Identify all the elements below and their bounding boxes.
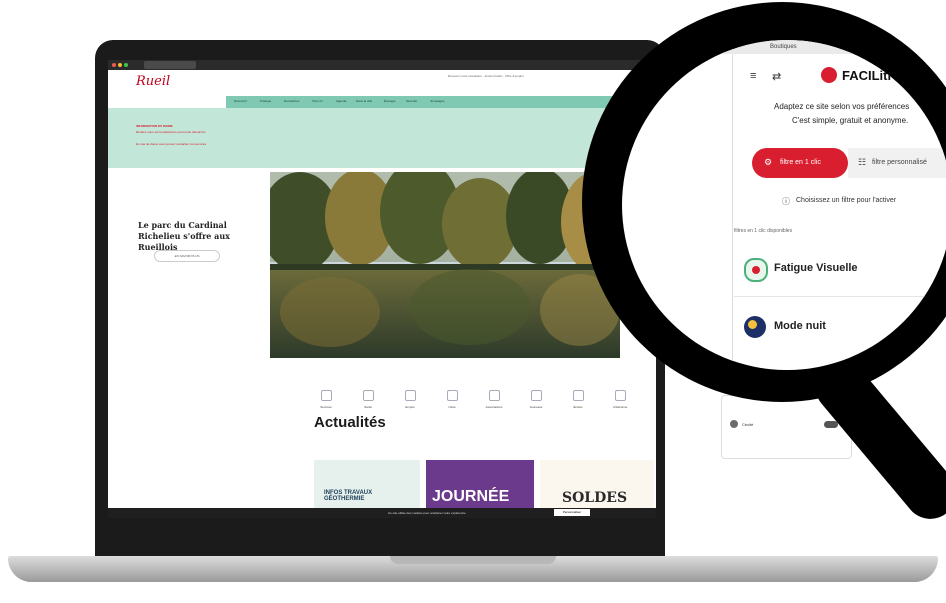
map-icon <box>446 390 458 401</box>
nav-item[interactable]: Démarches <box>284 99 299 103</box>
quick-link[interactable]: Services <box>308 390 344 409</box>
nav-item[interactable]: Pratique <box>260 99 271 103</box>
info-icon: ⓘ <box>782 197 790 206</box>
slide-caption: Le parc du Cardinal Richelieu s'offre au… <box>138 220 230 252</box>
alert-line-2[interactable]: En cas de doute vous pouvez contacter no… <box>136 142 206 146</box>
urban-icon <box>614 390 626 401</box>
filter-label: Mode nuit <box>774 320 826 332</box>
filter-icon: ⚙ <box>764 157 773 167</box>
job-icon <box>404 390 416 401</box>
slide-more-button[interactable]: EN SAVOIR PLUS <box>154 250 220 262</box>
news-card[interactable]: SOLDES <box>540 460 654 510</box>
eye-icon <box>744 258 768 282</box>
moon-icon <box>744 316 766 338</box>
filter-row[interactable]: Mode nuit <box>734 302 946 354</box>
quick-link[interactable]: Écoles <box>560 390 596 409</box>
news-cards: INFOS TRAVAUX GÉOTHERMIE JOURNÉE SOLDES <box>314 460 654 510</box>
quick-link[interactable]: Santé <box>350 390 386 409</box>
alert-band: INFORMATION DU MAIRE Rendez-vous sur la … <box>108 108 656 168</box>
nav-item[interactable]: Sécurité <box>406 99 417 103</box>
cookie-customize-button[interactable]: Personnaliser <box>554 509 590 516</box>
laptop-screen: Rueil Recevoir notre newsletter · Accès … <box>108 60 656 518</box>
blind-icon <box>730 420 738 428</box>
alert-line-1[interactable]: Rendez-vous sur la plateforme pour toute… <box>136 130 205 134</box>
utility-bar[interactable]: Recevoir notre newsletter · Accès handic… <box>448 74 524 78</box>
quick-link[interactable]: Urbanisme <box>602 390 638 409</box>
quick-link[interactable]: Carte <box>434 390 470 409</box>
laptop-notch <box>390 556 556 564</box>
toggle-switch[interactable] <box>940 262 946 277</box>
section-label: filtres en 1 clic disponibles <box>734 228 793 234</box>
news-heading: Actualités <box>314 414 386 431</box>
browser-tab[interactable] <box>144 61 196 69</box>
main-nav: Découvrir Pratique Démarches Vivre ici A… <box>226 96 656 108</box>
site-logo[interactable]: Rueil <box>136 74 176 94</box>
toggle-switch[interactable] <box>824 421 838 428</box>
nav-item[interactable]: Écologie <box>384 99 396 103</box>
nav-item[interactable]: Dans la ville <box>356 99 372 103</box>
browser-bar <box>108 60 656 70</box>
association-icon <box>488 390 500 401</box>
quick-link[interactable]: Jeunesse <box>518 390 554 409</box>
maximize-dot[interactable] <box>124 63 128 67</box>
nav-item[interactable]: Vivre ici <box>312 99 322 103</box>
news-card[interactable]: JOURNÉE <box>426 460 534 510</box>
close-dot[interactable] <box>112 63 116 67</box>
nav-item[interactable]: Découvrir <box>234 99 247 103</box>
intro-line-1: Adaptez ce site selon vos préférences <box>774 102 910 111</box>
hero-photo <box>270 172 620 358</box>
filter-label: Fatigue Visuelle <box>774 262 858 274</box>
hint-text: Choisissez un filtre pour l'activer <box>796 197 897 204</box>
panel-border <box>732 54 733 370</box>
news-card[interactable]: INFOS TRAVAUX GÉOTHERMIE <box>314 460 420 510</box>
menu-icon[interactable]: ≡ <box>750 70 756 82</box>
health-icon <box>362 390 374 401</box>
youth-icon <box>530 390 542 401</box>
minimize-dot[interactable] <box>118 63 122 67</box>
top-label: Boutiques <box>770 44 797 50</box>
swap-icon[interactable]: ⇄ <box>772 70 781 83</box>
tab-one-click[interactable]: ⚙ filtre en 1 clic <box>752 148 848 178</box>
quick-link[interactable]: Emploi <box>392 390 428 409</box>
nav-item[interactable]: Agenda <box>336 99 346 103</box>
nav-item[interactable]: Jumelages <box>430 99 445 103</box>
intro-line-2: C'est simple, gratuit et anonyme. <box>792 116 909 125</box>
tab-custom[interactable]: ☷ filtre personnalisé <box>848 148 946 178</box>
cookie-text: Ce site utilise des cookies pour amélior… <box>388 511 466 515</box>
sliders-icon: ☷ <box>858 157 867 167</box>
brand-name: FACILiti <box>842 68 892 83</box>
school-icon <box>572 390 584 401</box>
faciliti-panel: Boutiques ≡ ⇄ FACILiti Adaptez ce site s… <box>622 40 946 370</box>
alert-title: INFORMATION DU MAIRE <box>136 124 173 128</box>
quick-link[interactable]: Associations <box>476 390 512 409</box>
service-icon <box>320 390 332 401</box>
filter-label: Cécité <box>742 422 754 427</box>
filter-row[interactable]: Fatigue Visuelle <box>734 244 946 297</box>
faciliti-logo-icon <box>821 67 837 83</box>
